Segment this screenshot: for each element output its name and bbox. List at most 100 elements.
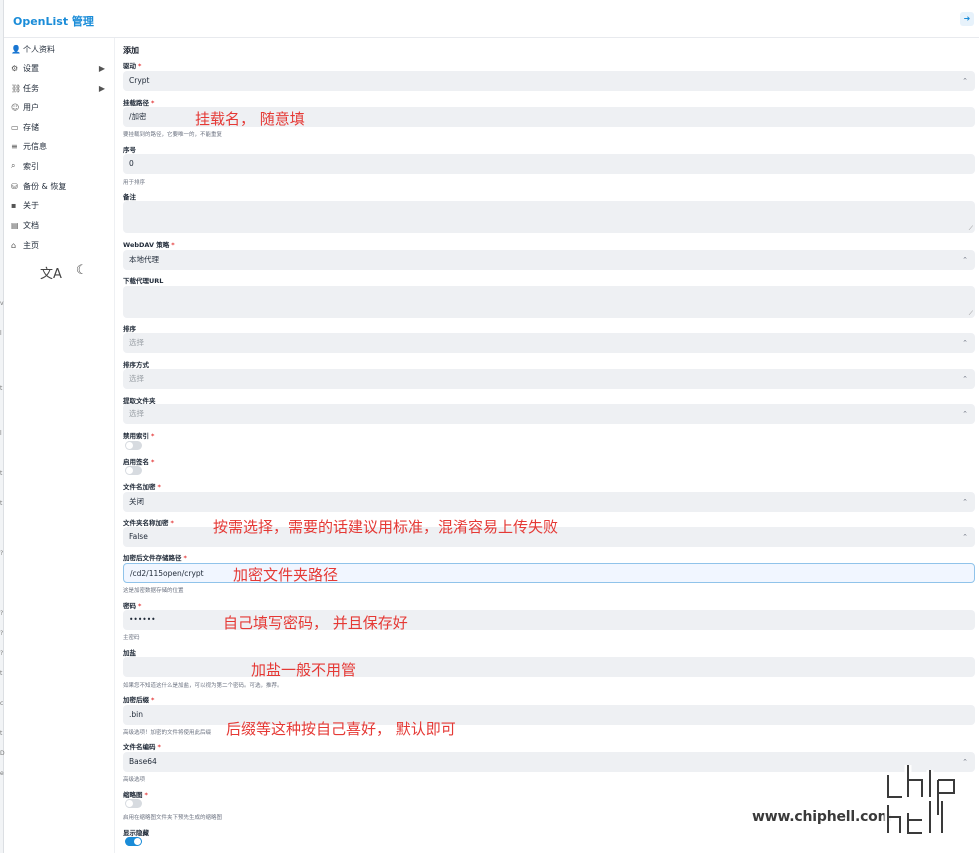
mount-path-hint: 要挂载到的路径，它要唯一的，不能重复: [123, 132, 223, 138]
annotation-suffix: 后缀等这种按自己喜好， 默认即可: [226, 720, 456, 738]
password-label: 密码 *: [123, 602, 142, 610]
book-icon: ▤: [11, 220, 19, 230]
brand-title[interactable]: OpenList 管理: [13, 13, 94, 29]
edge-fragment: e: [0, 770, 4, 777]
chevron-right-icon: ▶: [98, 63, 105, 73]
edge-fragment: l: [0, 330, 2, 337]
search-icon: ⌕: [11, 161, 16, 170]
enable-sign-label: 启用签名 *: [123, 458, 155, 466]
sidebar-item-storage[interactable]: ▭ 存储: [11, 119, 113, 135]
encoding-hint: 高级选项: [123, 777, 146, 783]
suffix-label: 加密后缀 *: [123, 696, 155, 704]
remote-path-hint: 这是加密数据存储的位置: [123, 588, 184, 594]
order-input[interactable]: 0: [123, 154, 975, 174]
show-hidden-label: 显示隐藏: [123, 829, 149, 837]
sidebar-item-index[interactable]: ⌕ 索引: [11, 158, 113, 174]
edge-fragment: t: [0, 500, 3, 507]
filename-enc-select[interactable]: 关闭: [123, 492, 975, 512]
annotation-password: 自己填写密码， 并且保存好: [223, 614, 408, 632]
top-bar: OpenList 管理 ➜: [4, 0, 979, 38]
remark-textarea[interactable]: [123, 201, 975, 233]
sidebar-item-tasks[interactable]: ⛓ 任务 ▶: [11, 80, 113, 96]
enable-sign-toggle[interactable]: [125, 466, 142, 475]
user-circle-icon: 👤: [11, 44, 21, 54]
annotation-dirname-enc: 按需选择，需要的话建议用标准，混淆容易上传失败: [213, 518, 559, 536]
disable-index-toggle[interactable]: [125, 441, 142, 450]
sidebar-item-meta[interactable]: ≡ 元信息: [11, 138, 113, 154]
remark-label: 备注: [123, 193, 136, 201]
edge-fragment: c: [0, 700, 4, 707]
sidebar-tools: 文A ☾: [40, 263, 88, 282]
order-hint: 用于排序: [123, 180, 146, 186]
sidebar-item-label: 设置: [23, 63, 39, 73]
driver-select[interactable]: Crypt: [123, 71, 975, 91]
sidebar-item-label: 存储: [23, 122, 39, 132]
order-label: 序号: [123, 146, 136, 154]
background-window-edge: v l t l t t???? t c t De: [0, 0, 5, 853]
encoding-label: 文件名编码 *: [123, 743, 161, 751]
sidebar-item-label: 文档: [23, 220, 39, 230]
sidebar-item-label: 备份 & 恢复: [23, 181, 67, 191]
edge-fragment: v: [0, 300, 4, 307]
webdav-select[interactable]: 本地代理: [123, 250, 975, 270]
edge-fragment: ?: [0, 650, 4, 657]
meta-icon: ≡: [11, 141, 18, 151]
edge-fragment: ?: [0, 630, 4, 637]
edge-fragment: ?: [0, 550, 4, 557]
chiphell-logo-icon: [884, 765, 958, 835]
edge-fragment: l: [0, 430, 2, 437]
sidebar-item-profile[interactable]: 👤 个人资料: [11, 41, 113, 57]
edge-fragment: t: [0, 730, 3, 737]
proxy-url-textarea[interactable]: [123, 286, 975, 318]
driver-label: 驱动 *: [123, 62, 142, 70]
sidebar-item-users[interactable]: ☺ 用户: [11, 99, 113, 115]
storage-icon: ▭: [11, 122, 19, 132]
info-icon: ▪: [11, 200, 17, 210]
sidebar-item-label: 个人资料: [23, 44, 55, 54]
edge-fragment: t: [0, 385, 3, 392]
sort-dir-label: 排序方式: [123, 361, 149, 369]
show-hidden-toggle[interactable]: [125, 837, 142, 846]
salt-label: 加盐: [123, 649, 136, 657]
sort-select[interactable]: 选择: [123, 333, 975, 353]
edge-fragment: D: [0, 750, 5, 757]
sidebar-item-backup[interactable]: ⛁ 备份 & 恢复: [11, 178, 113, 194]
sort-label: 排序: [123, 325, 136, 333]
translate-icon[interactable]: 文A: [40, 263, 62, 282]
sidebar-item-label: 任务: [23, 83, 39, 93]
remote-path-label: 加密后文件存储路径 *: [123, 554, 187, 562]
annotation-salt: 加盐一般不用管: [251, 661, 357, 679]
sidebar-item-docs[interactable]: ▤ 文档: [11, 217, 113, 233]
thumbnail-label: 缩略图 *: [123, 791, 148, 799]
mount-path-label: 挂载路径 *: [123, 99, 155, 107]
sort-dir-select[interactable]: 选择: [123, 369, 975, 389]
form-title: 添加: [123, 46, 139, 55]
sidebar: 👤 个人资料 ⚙ 设置 ▶ ⛓ 任务 ▶ ☺ 用户 ▭ 存储 ≡ 元信息 ⌕ 索…: [5, 38, 115, 853]
sidebar-item-settings[interactable]: ⚙ 设置 ▶: [11, 60, 113, 76]
sidebar-item-label: 关于: [23, 200, 39, 210]
logout-icon[interactable]: ➜: [960, 12, 974, 26]
database-icon: ⛁: [11, 181, 18, 191]
moon-icon[interactable]: ☾: [76, 263, 88, 282]
filename-enc-label: 文件名加密 *: [123, 483, 161, 491]
edge-fragment: t: [0, 470, 3, 477]
proxy-url-label: 下载代理URL: [123, 277, 164, 285]
password-hint: 主密码: [123, 635, 140, 641]
chevron-right-icon: ▶: [98, 83, 105, 93]
thumbnail-hint: 启用在缩略图文件夹下预先生成的缩略图: [123, 815, 223, 821]
salt-hint: 如果您不知道这什么是加盐，可以视为第二个密码。可选，推荐。: [123, 683, 283, 689]
watermark-url: www.chiphell.com: [752, 809, 892, 825]
sidebar-item-about[interactable]: ▪ 关于: [11, 197, 113, 213]
sidebar-item-label: 主页: [23, 240, 39, 250]
thumbnail-toggle[interactable]: [125, 799, 142, 808]
sidebar-item-label: 元信息: [23, 141, 47, 151]
sidebar-item-home[interactable]: ⌂ 主页: [11, 237, 113, 253]
annotation-mount-name: 挂载名， 随意填: [195, 110, 305, 128]
extract-folder-select[interactable]: 选择: [123, 404, 975, 424]
encoding-select[interactable]: Base64: [123, 752, 975, 772]
dirname-enc-label: 文件夹名称加密 *: [123, 519, 174, 527]
home-icon: ⌂: [11, 240, 17, 250]
sidebar-item-label: 索引: [23, 161, 39, 171]
disable-index-label: 禁用索引 *: [123, 432, 155, 440]
webdav-label: WebDAV 策略 *: [123, 241, 175, 249]
